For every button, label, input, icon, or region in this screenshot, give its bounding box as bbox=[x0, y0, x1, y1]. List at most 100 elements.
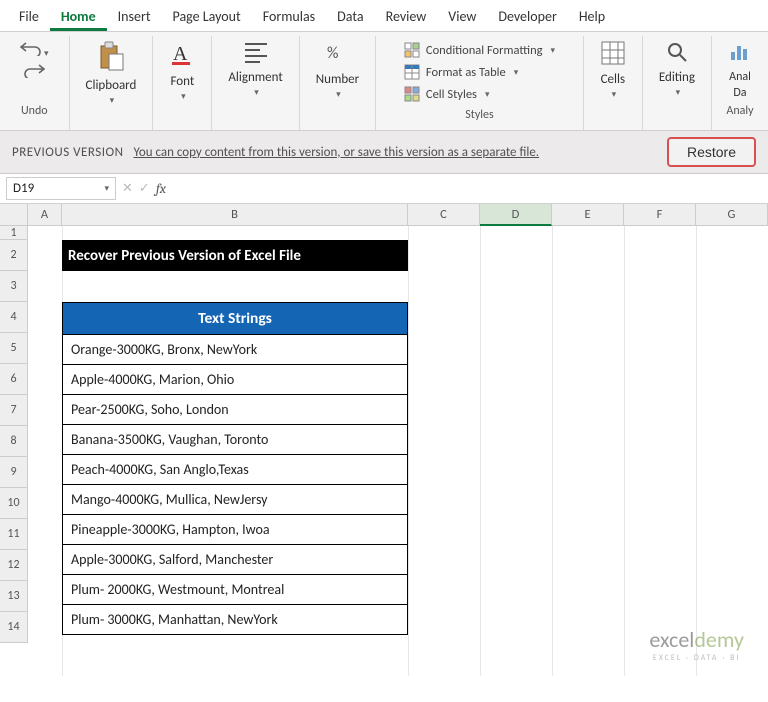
select-all-corner[interactable] bbox=[0, 204, 28, 226]
formula-input[interactable] bbox=[172, 178, 762, 199]
col-header[interactable]: C bbox=[408, 204, 480, 226]
conditional-formatting-button[interactable]: Conditional Formatting▾ bbox=[400, 40, 559, 60]
table-row[interactable]: Orange-3000KG, Bronx, NewYork bbox=[63, 335, 407, 365]
watermark: exceldemy EXCEL · DATA · BI bbox=[649, 626, 744, 663]
grid-body[interactable]: Recover Previous Version of Excel File T… bbox=[28, 226, 768, 676]
row-header[interactable]: 8 bbox=[0, 426, 28, 457]
table-row[interactable]: Pear-2500KG, Soho, London bbox=[63, 395, 407, 425]
col-header[interactable]: E bbox=[552, 204, 624, 226]
analyze-data-button[interactable]: Anal Da bbox=[722, 40, 758, 100]
chevron-down-icon: ▾ bbox=[104, 183, 109, 194]
ribbon: ▾ Undo Clipboard ▾ A Font ▾ bbox=[0, 32, 768, 131]
tab-insert[interactable]: Insert bbox=[107, 2, 162, 31]
previous-version-link[interactable]: You can copy content from this version, … bbox=[134, 145, 540, 160]
row-header[interactable]: 2 bbox=[0, 240, 28, 271]
alignment-button[interactable]: Alignment ▾ bbox=[222, 40, 288, 98]
editing-button[interactable]: Editing ▾ bbox=[653, 40, 701, 98]
group-styles: Conditional Formatting▾ Format as Table▾… bbox=[376, 36, 584, 130]
chevron-down-icon: ▾ bbox=[514, 67, 519, 78]
col-header[interactable]: G bbox=[696, 204, 768, 226]
tab-formulas[interactable]: Formulas bbox=[252, 2, 326, 31]
svg-text:%: % bbox=[327, 44, 338, 63]
number-button[interactable]: % Number ▾ bbox=[310, 40, 365, 100]
tab-help[interactable]: Help bbox=[568, 2, 616, 31]
styles-group-label: Styles bbox=[465, 104, 493, 126]
table-row[interactable]: Apple-3000KG, Salford, Manchester bbox=[63, 545, 407, 575]
svg-text:A: A bbox=[173, 43, 188, 65]
analyze-label-2: Da bbox=[733, 86, 746, 100]
table-row[interactable]: Pineapple-3000KG, Hampton, Iwoa bbox=[63, 515, 407, 545]
cell-styles-button[interactable]: Cell Styles▾ bbox=[400, 84, 494, 104]
tab-data[interactable]: Data bbox=[326, 2, 374, 31]
ribbon-tabs: File Home Insert Page Layout Formulas Da… bbox=[0, 0, 768, 32]
group-cells: Cells ▾ bbox=[584, 36, 643, 130]
tab-review[interactable]: Review bbox=[375, 2, 438, 31]
table-row[interactable]: Plum- 2000KG, Westmount, Montreal bbox=[63, 575, 407, 605]
col-header[interactable]: F bbox=[624, 204, 696, 226]
watermark-brand2: demy bbox=[694, 626, 744, 653]
table-row[interactable]: Peach-4000KG, San Anglo,Texas bbox=[63, 455, 407, 485]
tab-file[interactable]: File bbox=[8, 2, 50, 31]
row-headers: 1 2 3 4 5 6 7 8 9 10 11 12 13 14 bbox=[0, 204, 28, 676]
name-box[interactable]: D19 ▾ bbox=[6, 177, 116, 200]
font-label: Font bbox=[171, 74, 195, 89]
row-header[interactable]: 3 bbox=[0, 271, 28, 302]
table-row[interactable]: Banana-3500KG, Vaughan, Toronto bbox=[63, 425, 407, 455]
title-cell[interactable]: Recover Previous Version of Excel File bbox=[62, 240, 408, 271]
format-as-table-button[interactable]: Format as Table ▾ bbox=[400, 62, 522, 82]
row-header[interactable]: 5 bbox=[0, 333, 28, 364]
table-row[interactable]: Mango-4000KG, Mullica, NewJersy bbox=[63, 485, 407, 515]
row-header[interactable]: 1 bbox=[0, 226, 28, 240]
column-headers: A B C D E F G bbox=[28, 204, 768, 226]
row-header[interactable]: 10 bbox=[0, 488, 28, 519]
row-header[interactable]: 7 bbox=[0, 395, 28, 426]
undo-button[interactable]: ▾ bbox=[20, 40, 49, 60]
format-as-table-label: Format as Table bbox=[426, 65, 506, 80]
name-box-value: D19 bbox=[13, 181, 34, 196]
redo-button[interactable] bbox=[23, 62, 45, 82]
cells-label: Cells bbox=[601, 72, 625, 87]
table-row[interactable]: Plum- 3000KG, Manhattan, NewYork bbox=[63, 605, 407, 634]
group-alignment: Alignment ▾ bbox=[212, 36, 299, 130]
paste-button[interactable]: Clipboard ▾ bbox=[80, 40, 143, 106]
chevron-down-icon: ▾ bbox=[181, 91, 186, 102]
fx-icon[interactable]: fx bbox=[156, 180, 166, 197]
watermark-brand1: excel bbox=[649, 626, 694, 653]
col-header[interactable]: B bbox=[62, 204, 408, 226]
analysis-group-label: Analy bbox=[726, 100, 753, 122]
analyze-label-1: Anal bbox=[729, 70, 751, 84]
group-clipboard: Clipboard ▾ bbox=[70, 36, 154, 130]
previous-version-message-bar: PREVIOUS VERSION You can copy content fr… bbox=[0, 131, 768, 174]
row-header[interactable]: 13 bbox=[0, 581, 28, 612]
cells-button[interactable]: Cells ▾ bbox=[594, 40, 632, 100]
group-number: % Number ▾ bbox=[300, 36, 376, 130]
table-header[interactable]: Text Strings bbox=[63, 303, 407, 335]
cancel-formula-icon[interactable]: ✕ bbox=[122, 181, 133, 196]
enter-formula-icon[interactable]: ✓ bbox=[139, 181, 150, 196]
previous-version-label: PREVIOUS VERSION bbox=[12, 145, 124, 160]
row-header[interactable]: 9 bbox=[0, 457, 28, 488]
col-header[interactable]: A bbox=[28, 204, 62, 226]
row-header[interactable]: 12 bbox=[0, 550, 28, 581]
row-header[interactable]: 14 bbox=[0, 612, 28, 643]
table-row[interactable]: Apple-4000KG, Marion, Ohio bbox=[63, 365, 407, 395]
restore-button[interactable]: Restore bbox=[667, 137, 756, 167]
tab-view[interactable]: View bbox=[437, 2, 487, 31]
col-header[interactable]: D bbox=[480, 204, 552, 226]
clipboard-group-label bbox=[110, 106, 113, 128]
group-font: A Font ▾ bbox=[153, 36, 212, 130]
font-button[interactable]: A Font ▾ bbox=[163, 40, 201, 102]
group-analysis: Anal Da Analy bbox=[712, 36, 768, 130]
tab-developer[interactable]: Developer bbox=[487, 2, 567, 31]
chevron-down-icon: ▾ bbox=[254, 87, 259, 98]
tab-pagelayout[interactable]: Page Layout bbox=[162, 2, 252, 31]
watermark-tag: EXCEL · DATA · BI bbox=[649, 653, 744, 663]
row-header[interactable]: 4 bbox=[0, 302, 28, 333]
chevron-down-icon: ▾ bbox=[485, 89, 490, 100]
data-table: Text Strings Orange-3000KG, Bronx, NewYo… bbox=[62, 302, 408, 635]
tab-home[interactable]: Home bbox=[50, 2, 107, 31]
conditional-formatting-label: Conditional Formatting bbox=[426, 43, 543, 58]
row-header[interactable]: 6 bbox=[0, 364, 28, 395]
formula-bar: D19 ▾ ✕ ✓ fx bbox=[0, 174, 768, 204]
row-header[interactable]: 11 bbox=[0, 519, 28, 550]
